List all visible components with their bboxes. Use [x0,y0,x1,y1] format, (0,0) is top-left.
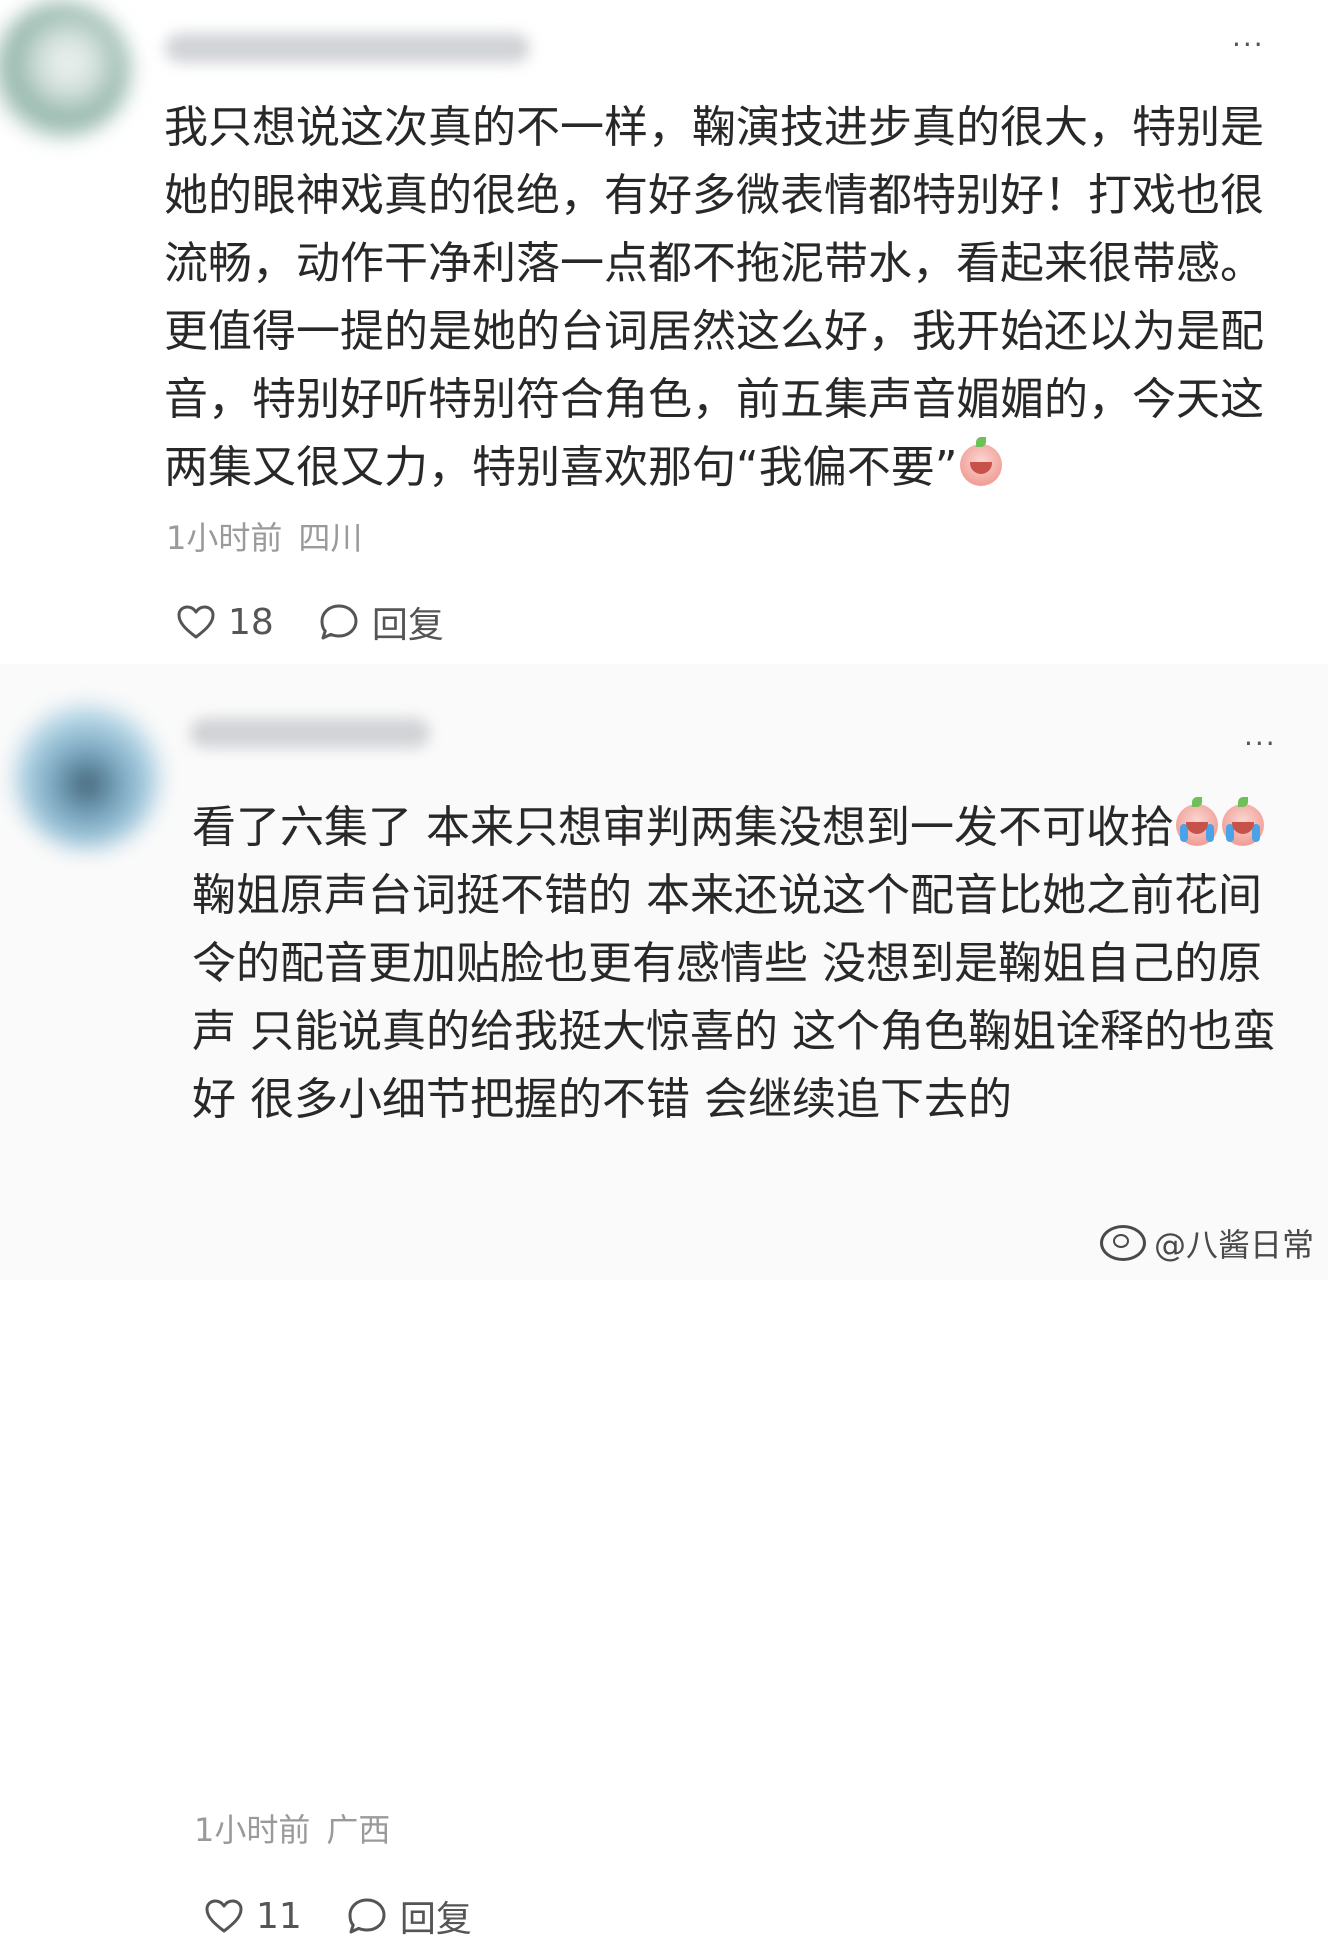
watermark: @八酱日常 [1099,1220,1314,1266]
reply-label: 回复 [399,1899,472,1940]
more-horizontal-icon[interactable]: ··· [1244,730,1277,758]
comment-meta: 1小时前 四川 [166,520,362,556]
comment-actions: 11 回复 [204,1890,472,1942]
shy-face-emoji [959,437,1002,486]
crying-face-emoji [1175,797,1218,846]
heart-icon [177,605,215,639]
username-blurred[interactable] [190,718,430,748]
comment-location: 四川 [298,519,363,557]
reply-label: 回复 [371,605,444,646]
username-blurred[interactable] [165,33,530,63]
comment-location: 广西 [326,1811,391,1849]
avatar[interactable] [0,2,130,138]
comment-card: ··· 看了六集了 本来只想审判两集没想到一发不可收拾鞠姐原声台词挺不错的 本来… [0,664,1328,1940]
more-horizontal-icon[interactable]: ··· [1232,31,1265,59]
weibo-logo-icon [1099,1225,1146,1261]
crying-face-emoji [1221,797,1264,846]
like-button[interactable]: 11 [204,1896,346,1937]
watermark-text: @八酱日常 [1153,1226,1314,1264]
comment-time: 1小时前 [194,1811,311,1849]
comment-text: 我只想说这次真的不一样，鞠演技进步真的很大，特别是她的眼神戏真的很绝，有好多微表… [164,94,1304,502]
like-button[interactable]: 18 [176,602,318,643]
comment-text-part1: 看了六集了 本来只想审判两集没想到一发不可收拾 [192,802,1174,853]
reply-button[interactable]: 回复 [346,1890,472,1942]
comment-text-content: 我只想说这次真的不一样，鞠演技进步真的很大，特别是她的眼神戏真的很绝，有好多微表… [164,102,1264,493]
comment-time: 1小时前 [166,519,283,557]
heart-icon [205,1899,243,1933]
avatar[interactable] [14,704,160,850]
comment-meta: 1小时前 广西 [194,1812,390,1848]
comment-text: 看了六集了 本来只想审判两集没想到一发不可收拾鞠姐原声台词挺不错的 本来还说这个… [192,794,1302,1134]
reply-button[interactable]: 回复 [318,596,444,648]
comment-text-part2: 鞠姐原声台词挺不错的 本来还说这个配音比她之前花间令的配音更加贴脸也更有感情些 … [192,870,1276,1125]
comment-bubble-icon [320,604,358,640]
comment-card: ··· 我只想说这次真的不一样，鞠演技进步真的很大，特别是她的眼神戏真的很绝，有… [0,0,1328,664]
like-count: 18 [228,601,274,643]
comment-actions: 18 回复 [176,596,444,648]
comment-bubble-icon [348,1898,386,1934]
like-count: 11 [256,1895,302,1937]
